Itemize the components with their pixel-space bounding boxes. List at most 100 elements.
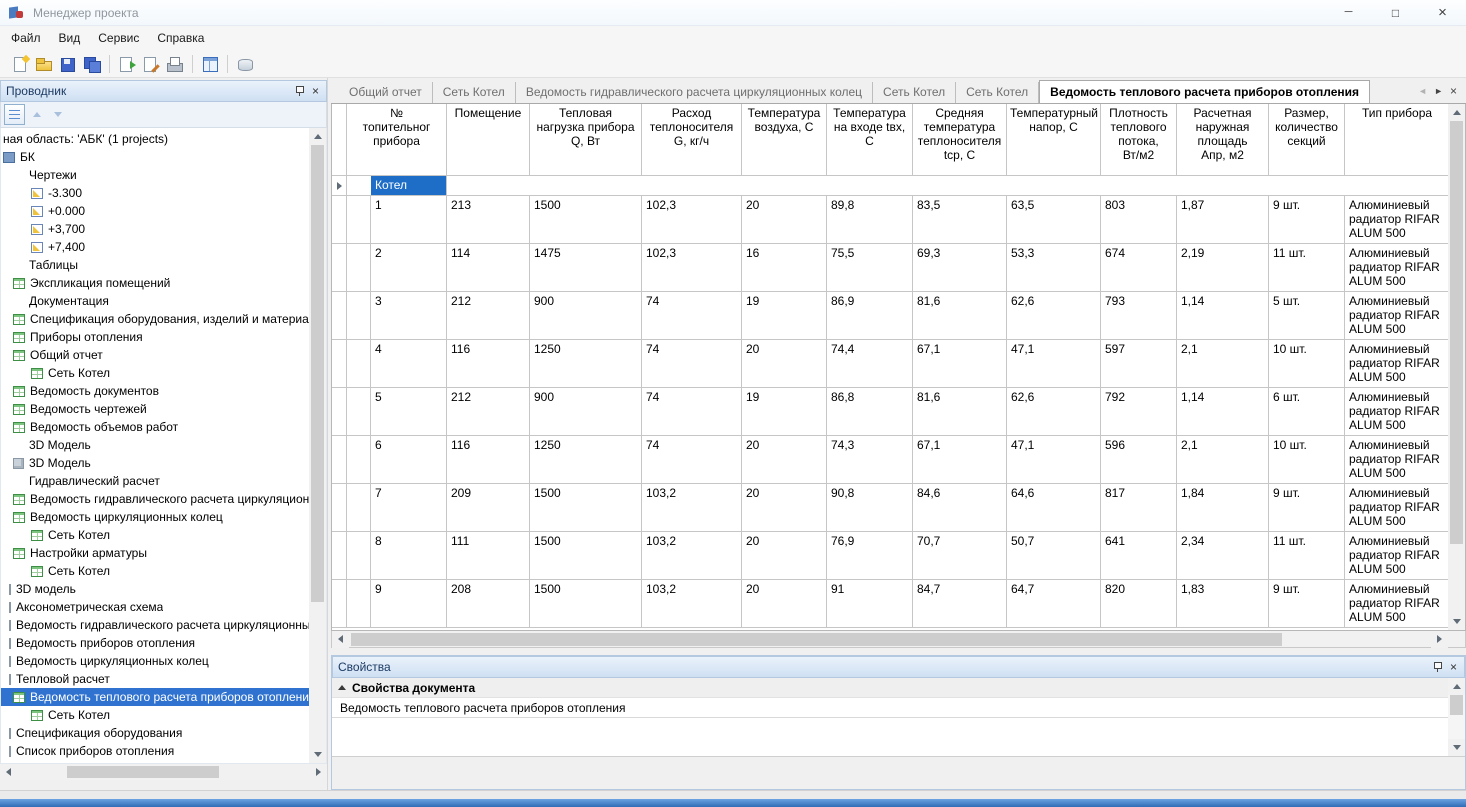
- grid-cell[interactable]: 62,6: [1007, 388, 1101, 436]
- properties-vertical-scrollbar[interactable]: [1448, 678, 1465, 756]
- save-all-button[interactable]: [80, 52, 104, 76]
- grid-cell[interactable]: 1500: [530, 484, 642, 532]
- explorer-horizontal-scrollbar[interactable]: [0, 764, 327, 780]
- tree-item-19[interactable]: Гидравлический расчет: [1, 472, 309, 490]
- grid-cell[interactable]: Алюминиевый радиатор RIFAR ALUM 500: [1345, 340, 1448, 388]
- grid-cell[interactable]: 20: [742, 580, 827, 628]
- grid-cell[interactable]: 74,4: [827, 340, 913, 388]
- grid-cell[interactable]: 70,7: [913, 532, 1007, 580]
- tree-item-16[interactable]: Ведомость объемов работ: [1, 418, 309, 436]
- maximize-button[interactable]: □: [1372, 0, 1419, 25]
- properties-section-header[interactable]: Свойства документа: [332, 678, 1465, 698]
- grid-column-header-11[interactable]: Тип прибора: [1345, 104, 1448, 176]
- tree-item-6[interactable]: +7,400: [1, 238, 309, 256]
- grid-cell[interactable]: 63,5: [1007, 196, 1101, 244]
- grid-cell[interactable]: 83,5: [913, 196, 1007, 244]
- tree-item-33[interactable]: Спецификация оборудования: [1, 724, 309, 742]
- row-selector[interactable]: [332, 484, 347, 532]
- grid-group-row[interactable]: Котел: [332, 176, 1448, 196]
- open-project-button[interactable]: [32, 52, 56, 76]
- menu-item-1[interactable]: Вид: [50, 27, 90, 49]
- grid-column-header-1[interactable]: Помещение: [447, 104, 530, 176]
- grid-cell[interactable]: 1250: [530, 340, 642, 388]
- tree-item-8[interactable]: Экспликация помещений: [1, 274, 309, 292]
- scroll-up-button[interactable]: [309, 128, 326, 145]
- grid-cell[interactable]: 74,3: [827, 436, 913, 484]
- grid-cell[interactable]: 19: [742, 388, 827, 436]
- grid-cell[interactable]: 208: [447, 580, 530, 628]
- grid-cell[interactable]: 7: [371, 484, 447, 532]
- grid-column-header-6[interactable]: Средняя температура теплоносителя tср, С: [913, 104, 1007, 176]
- grid-cell[interactable]: 209: [447, 484, 530, 532]
- grid-cell[interactable]: 2,19: [1177, 244, 1269, 292]
- scrollbar-thumb[interactable]: [311, 145, 324, 602]
- tree-item-18[interactable]: 3D Модель: [1, 454, 309, 472]
- grid-cell[interactable]: 76,9: [827, 532, 913, 580]
- grid-cell[interactable]: 20: [742, 436, 827, 484]
- scroll-right-button[interactable]: [1431, 631, 1448, 648]
- grid-cell[interactable]: 9 шт.: [1269, 484, 1345, 532]
- grid-cell[interactable]: 62,6: [1007, 292, 1101, 340]
- print-button[interactable]: [163, 52, 187, 76]
- grid-cell[interactable]: 116: [447, 436, 530, 484]
- grid-cell[interactable]: 6: [371, 436, 447, 484]
- grid-cell[interactable]: Алюминиевый радиатор RIFAR ALUM 500: [1345, 292, 1448, 340]
- tree-item-1[interactable]: БК: [1, 148, 309, 166]
- panel-close-icon[interactable]: ×: [312, 85, 319, 97]
- grid-cell[interactable]: 1500: [530, 580, 642, 628]
- grid-cell[interactable]: 75,5: [827, 244, 913, 292]
- grid-cell[interactable]: 212: [447, 388, 530, 436]
- tree-item-17[interactable]: 3D Модель: [1, 436, 309, 454]
- grid-cell[interactable]: 1,83: [1177, 580, 1269, 628]
- grid-cell[interactable]: 90,8: [827, 484, 913, 532]
- grid-column-header-7[interactable]: Температурный напор, С: [1007, 104, 1101, 176]
- grid-cell[interactable]: 900: [530, 292, 642, 340]
- grid-cell[interactable]: 20: [742, 532, 827, 580]
- scroll-left-button[interactable]: [0, 764, 17, 781]
- tree-item-23[interactable]: Настройки арматуры: [1, 544, 309, 562]
- tree-item-9[interactable]: Документация: [1, 292, 309, 310]
- tree-item-11[interactable]: Приборы отопления: [1, 328, 309, 346]
- grid-cell[interactable]: 47,1: [1007, 436, 1101, 484]
- grid-cell[interactable]: 1,87: [1177, 196, 1269, 244]
- grid-cell[interactable]: 793: [1101, 292, 1177, 340]
- tree-item-15[interactable]: Ведомость чертежей: [1, 400, 309, 418]
- tree-item-21[interactable]: Ведомость циркуляционных колец: [1, 508, 309, 526]
- grid-cell[interactable]: 103,2: [642, 484, 742, 532]
- grid-cell[interactable]: 50,7: [1007, 532, 1101, 580]
- grid-cell[interactable]: 20: [742, 484, 827, 532]
- row-selector[interactable]: [332, 292, 347, 340]
- tree-item-22[interactable]: Сеть Котел: [1, 526, 309, 544]
- scrollbar-thumb[interactable]: [67, 766, 219, 778]
- scroll-right-button[interactable]: [310, 764, 327, 781]
- grid-cell[interactable]: 91: [827, 580, 913, 628]
- row-selector[interactable]: [332, 196, 347, 244]
- grid-cell[interactable]: 2,1: [1177, 436, 1269, 484]
- scroll-down-button[interactable]: [309, 746, 326, 763]
- grid-cell[interactable]: 9 шт.: [1269, 196, 1345, 244]
- grid-cell[interactable]: 2,1: [1177, 340, 1269, 388]
- tree-item-34[interactable]: Список приборов отопления: [1, 742, 309, 760]
- grid-cell[interactable]: Алюминиевый радиатор RIFAR ALUM 500: [1345, 196, 1448, 244]
- tree-item-5[interactable]: +3,700: [1, 220, 309, 238]
- grid-cell[interactable]: 1,84: [1177, 484, 1269, 532]
- grid-cell[interactable]: Алюминиевый радиатор RIFAR ALUM 500: [1345, 484, 1448, 532]
- tree-item-26[interactable]: Аксонометрическая схема: [1, 598, 309, 616]
- grid-cell[interactable]: 1475: [530, 244, 642, 292]
- scroll-down-button[interactable]: [1448, 739, 1465, 756]
- grid-cell[interactable]: 674: [1101, 244, 1177, 292]
- tree-item-20[interactable]: Ведомость гидравлического расчета циркул…: [1, 490, 309, 508]
- grid-cell[interactable]: 1250: [530, 436, 642, 484]
- grid-cell[interactable]: 6 шт.: [1269, 388, 1345, 436]
- grid-cell[interactable]: Алюминиевый радиатор RIFAR ALUM 500: [1345, 580, 1448, 628]
- scroll-down-button[interactable]: [1448, 613, 1465, 630]
- grid-cell[interactable]: 20: [742, 340, 827, 388]
- grid-cell[interactable]: 10 шт.: [1269, 436, 1345, 484]
- tree-item-3[interactable]: -3.300: [1, 184, 309, 202]
- grid-cell[interactable]: 74: [642, 340, 742, 388]
- grid-cell[interactable]: 9: [371, 580, 447, 628]
- grid-cell[interactable]: 64,6: [1007, 484, 1101, 532]
- tab-5[interactable]: Ведомость теплового расчета приборов ото…: [1039, 80, 1370, 103]
- scroll-up-button[interactable]: [1448, 104, 1465, 121]
- menu-item-3[interactable]: Справка: [148, 27, 213, 49]
